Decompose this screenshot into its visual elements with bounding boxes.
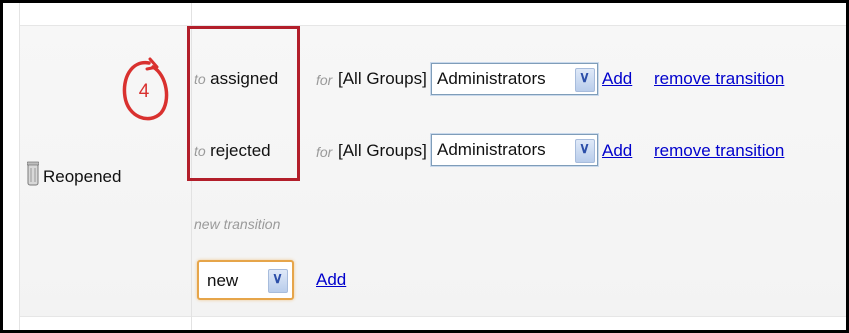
transition-target-assigned: to assigned — [194, 69, 278, 89]
to-word: to — [194, 143, 206, 159]
step-number-badge: 4 — [122, 57, 169, 121]
for-word: for — [316, 72, 333, 88]
remove-transition-link[interactable]: remove transition — [654, 69, 784, 89]
chevron-down-icon[interactable]: ∨ — [268, 269, 288, 293]
to-word: to — [194, 71, 206, 87]
transition-target-rejected: to rejected — [194, 141, 271, 161]
new-transition-select[interactable]: new ∨ — [197, 260, 294, 300]
workflow-frame: Reopened 4 to assigned for [All Groups] … — [0, 0, 849, 333]
chevron-down-icon[interactable]: ∨ — [575, 68, 595, 92]
add-group-link[interactable]: Add — [602, 141, 632, 161]
trash-icon[interactable] — [27, 161, 39, 187]
add-transition-link[interactable]: Add — [316, 270, 346, 290]
transition-target: rejected — [210, 141, 271, 160]
header-row — [20, 3, 846, 25]
all-groups-label: [All Groups] — [338, 69, 427, 88]
new-transition-label: new transition — [194, 216, 281, 232]
step-number: 4 — [139, 81, 150, 102]
add-group-link[interactable]: Add — [602, 69, 632, 89]
group-select-value: Administrators — [437, 69, 546, 88]
for-word: for — [316, 144, 333, 160]
new-transition-select-value: new — [207, 271, 239, 290]
group-select[interactable]: Administrators ∨ — [431, 63, 598, 95]
group-select[interactable]: Administrators ∨ — [431, 134, 598, 166]
chevron-down-icon[interactable]: ∨ — [575, 139, 595, 163]
transition-target: assigned — [210, 69, 279, 88]
all-groups-label: [All Groups] — [338, 141, 427, 160]
left-margin — [3, 3, 20, 330]
remove-transition-link[interactable]: remove transition — [654, 141, 784, 161]
group-select-value: Administrators — [437, 140, 546, 159]
state-name: Reopened — [43, 167, 122, 186]
